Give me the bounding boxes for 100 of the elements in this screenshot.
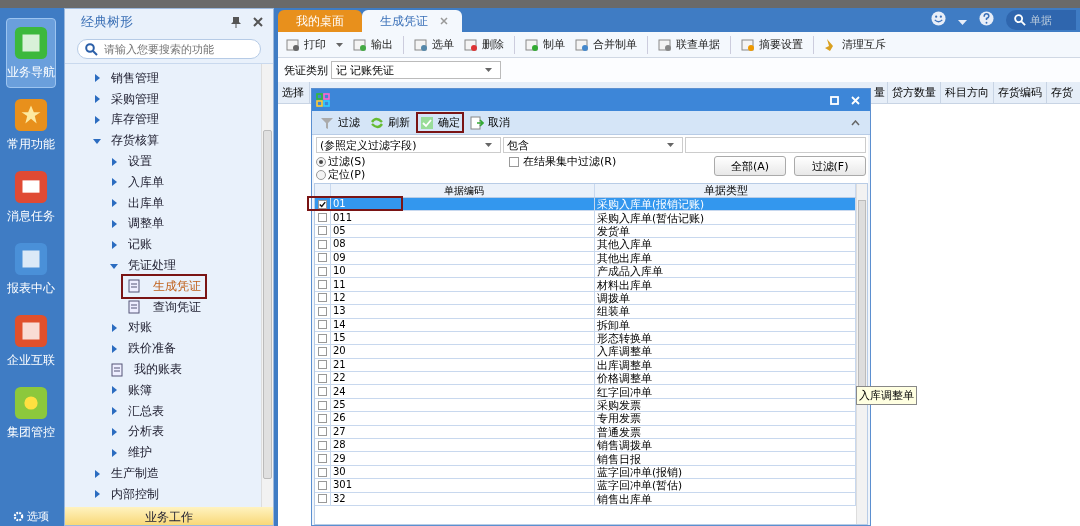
voucher-type-dropdown[interactable]: 记 记账凭证: [331, 61, 501, 79]
checkbox[interactable]: [318, 413, 327, 423]
tree-item[interactable]: 凭证处理: [128, 257, 176, 275]
column-header[interactable]: 科目方向: [941, 82, 994, 103]
checkbox[interactable]: [318, 440, 327, 450]
search-field[interactable]: 请输入您要搜索的功能: [77, 39, 261, 59]
close-icon[interactable]: [253, 17, 263, 27]
checkbox[interactable]: [318, 306, 327, 316]
expand-arrow-icon[interactable]: [110, 386, 118, 395]
tree-item[interactable]: 记账: [128, 236, 152, 254]
collapse-icon[interactable]: [851, 119, 860, 126]
expand-arrow-icon[interactable]: [110, 240, 118, 249]
column-header[interactable]: 存货编码: [994, 82, 1047, 103]
expand-arrow-icon[interactable]: [110, 219, 118, 228]
expand-arrow-icon[interactable]: [110, 261, 118, 270]
checkbox[interactable]: [318, 427, 327, 437]
checkbox[interactable]: [318, 213, 327, 223]
pin-icon[interactable]: [231, 16, 241, 28]
help-icon[interactable]: [979, 11, 994, 26]
dialog-button[interactable]: 全部(A): [714, 156, 786, 176]
nav-item[interactable]: 消息任务: [6, 162, 56, 232]
expand-arrow-icon[interactable]: [93, 136, 101, 145]
expand-arrow-icon[interactable]: [110, 157, 118, 166]
tree-item[interactable]: 汇总表: [128, 402, 164, 420]
column-header[interactable]: 量: [872, 82, 888, 103]
checkbox-option[interactable]: 在结果集中过滤(R): [509, 155, 617, 168]
operator-dropdown[interactable]: 包含: [503, 137, 683, 153]
toolbar-button[interactable]: 合并制单: [575, 37, 637, 52]
column-header[interactable]: 存货: [1047, 82, 1080, 103]
checkbox[interactable]: [318, 226, 327, 236]
nav-item[interactable]: 常用功能: [6, 90, 56, 160]
maximize-icon[interactable]: [830, 95, 839, 105]
scrollbar[interactable]: [261, 64, 273, 507]
checkbox[interactable]: [318, 266, 327, 276]
dialog-button[interactable]: 过滤(F): [794, 156, 866, 176]
checkbox[interactable]: [318, 293, 327, 303]
checkbox[interactable]: [318, 280, 327, 290]
tab[interactable]: 生成凭证: [362, 10, 462, 32]
expand-arrow-icon[interactable]: [110, 407, 118, 416]
expand-arrow-icon[interactable]: [110, 344, 118, 353]
field-dropdown[interactable]: (参照定义过滤字段): [316, 137, 501, 153]
toolbar-button[interactable]: 打印: [286, 37, 326, 52]
expand-arrow-icon[interactable]: [110, 199, 118, 208]
radio-option[interactable]: 过滤(S): [316, 155, 501, 168]
expand-arrow-icon[interactable]: [93, 469, 101, 478]
radio-option[interactable]: 定位(P): [316, 168, 501, 181]
expand-arrow-icon[interactable]: [110, 448, 118, 457]
filter-value-field[interactable]: [685, 137, 866, 153]
tree-item[interactable]: 库存管理: [111, 111, 159, 129]
toolbar-button[interactable]: 摘要设置: [741, 37, 803, 52]
checkbox[interactable]: [318, 239, 327, 249]
dropdown-caret-icon[interactable]: [336, 42, 343, 47]
column-header[interactable]: 单据编码: [331, 184, 595, 197]
checkbox[interactable]: [318, 494, 327, 504]
column-header[interactable]: 选择: [278, 82, 310, 103]
expand-arrow-icon[interactable]: [110, 178, 118, 187]
toolbar-button[interactable]: 选单: [414, 37, 454, 52]
checkbox[interactable]: [318, 454, 327, 464]
tree-item[interactable]: 生产制造: [111, 465, 159, 483]
tree-item[interactable]: 我的账表: [134, 361, 182, 379]
tree-item[interactable]: 设置: [128, 153, 152, 171]
nav-item[interactable]: 集团管控: [6, 378, 56, 448]
tree-item[interactable]: 入库单: [128, 173, 164, 191]
dropdown-caret-icon[interactable]: [958, 20, 967, 26]
tree-item[interactable]: 跌价准备: [128, 340, 176, 358]
checkbox[interactable]: [318, 347, 327, 356]
toolbar-button[interactable]: 删除: [464, 37, 504, 52]
checkbox[interactable]: [318, 400, 327, 410]
checkbox[interactable]: [318, 387, 327, 397]
checkbox[interactable]: [318, 360, 327, 370]
nav-item[interactable]: 报表中心: [6, 234, 56, 304]
expand-arrow-icon[interactable]: [110, 323, 118, 332]
toolbar-button[interactable]: 制单: [525, 37, 565, 52]
tree-item[interactable]: 存货核算: [111, 132, 159, 150]
tree-item[interactable]: 对账: [128, 319, 152, 337]
tree-item[interactable]: 销售管理: [111, 69, 159, 87]
tree-item[interactable]: 生成凭证: [153, 277, 201, 295]
expand-arrow-icon[interactable]: [110, 427, 118, 436]
tree-item[interactable]: 分析表: [128, 423, 164, 441]
toolbar-button[interactable]: 取消: [468, 114, 512, 131]
expand-arrow-icon[interactable]: [93, 490, 101, 499]
search-field[interactable]: 单据: [1006, 10, 1076, 30]
toolbar-button[interactable]: 输出: [353, 37, 393, 52]
tree-item[interactable]: 调整单: [128, 215, 164, 233]
tree-item[interactable]: 维护: [128, 444, 152, 462]
expand-arrow-icon[interactable]: [93, 74, 101, 83]
expand-arrow-icon[interactable]: [93, 95, 101, 104]
expand-arrow-icon[interactable]: [93, 116, 101, 124]
options-button[interactable]: 选项: [13, 509, 49, 524]
business-work-bar[interactable]: 业务工作: [65, 507, 273, 525]
checkbox[interactable]: [318, 480, 327, 490]
checkbox[interactable]: [318, 467, 327, 477]
checkbox[interactable]: [318, 320, 327, 330]
tree-item[interactable]: 采购管理: [111, 90, 159, 108]
checkbox[interactable]: [318, 199, 327, 209]
tree-item[interactable]: 出库单: [128, 194, 164, 212]
checkbox[interactable]: [318, 333, 327, 343]
toolbar-button[interactable]: 刷新: [368, 114, 412, 131]
column-header[interactable]: 贷方数量: [888, 82, 941, 103]
nav-item[interactable]: 企业互联: [6, 306, 56, 376]
